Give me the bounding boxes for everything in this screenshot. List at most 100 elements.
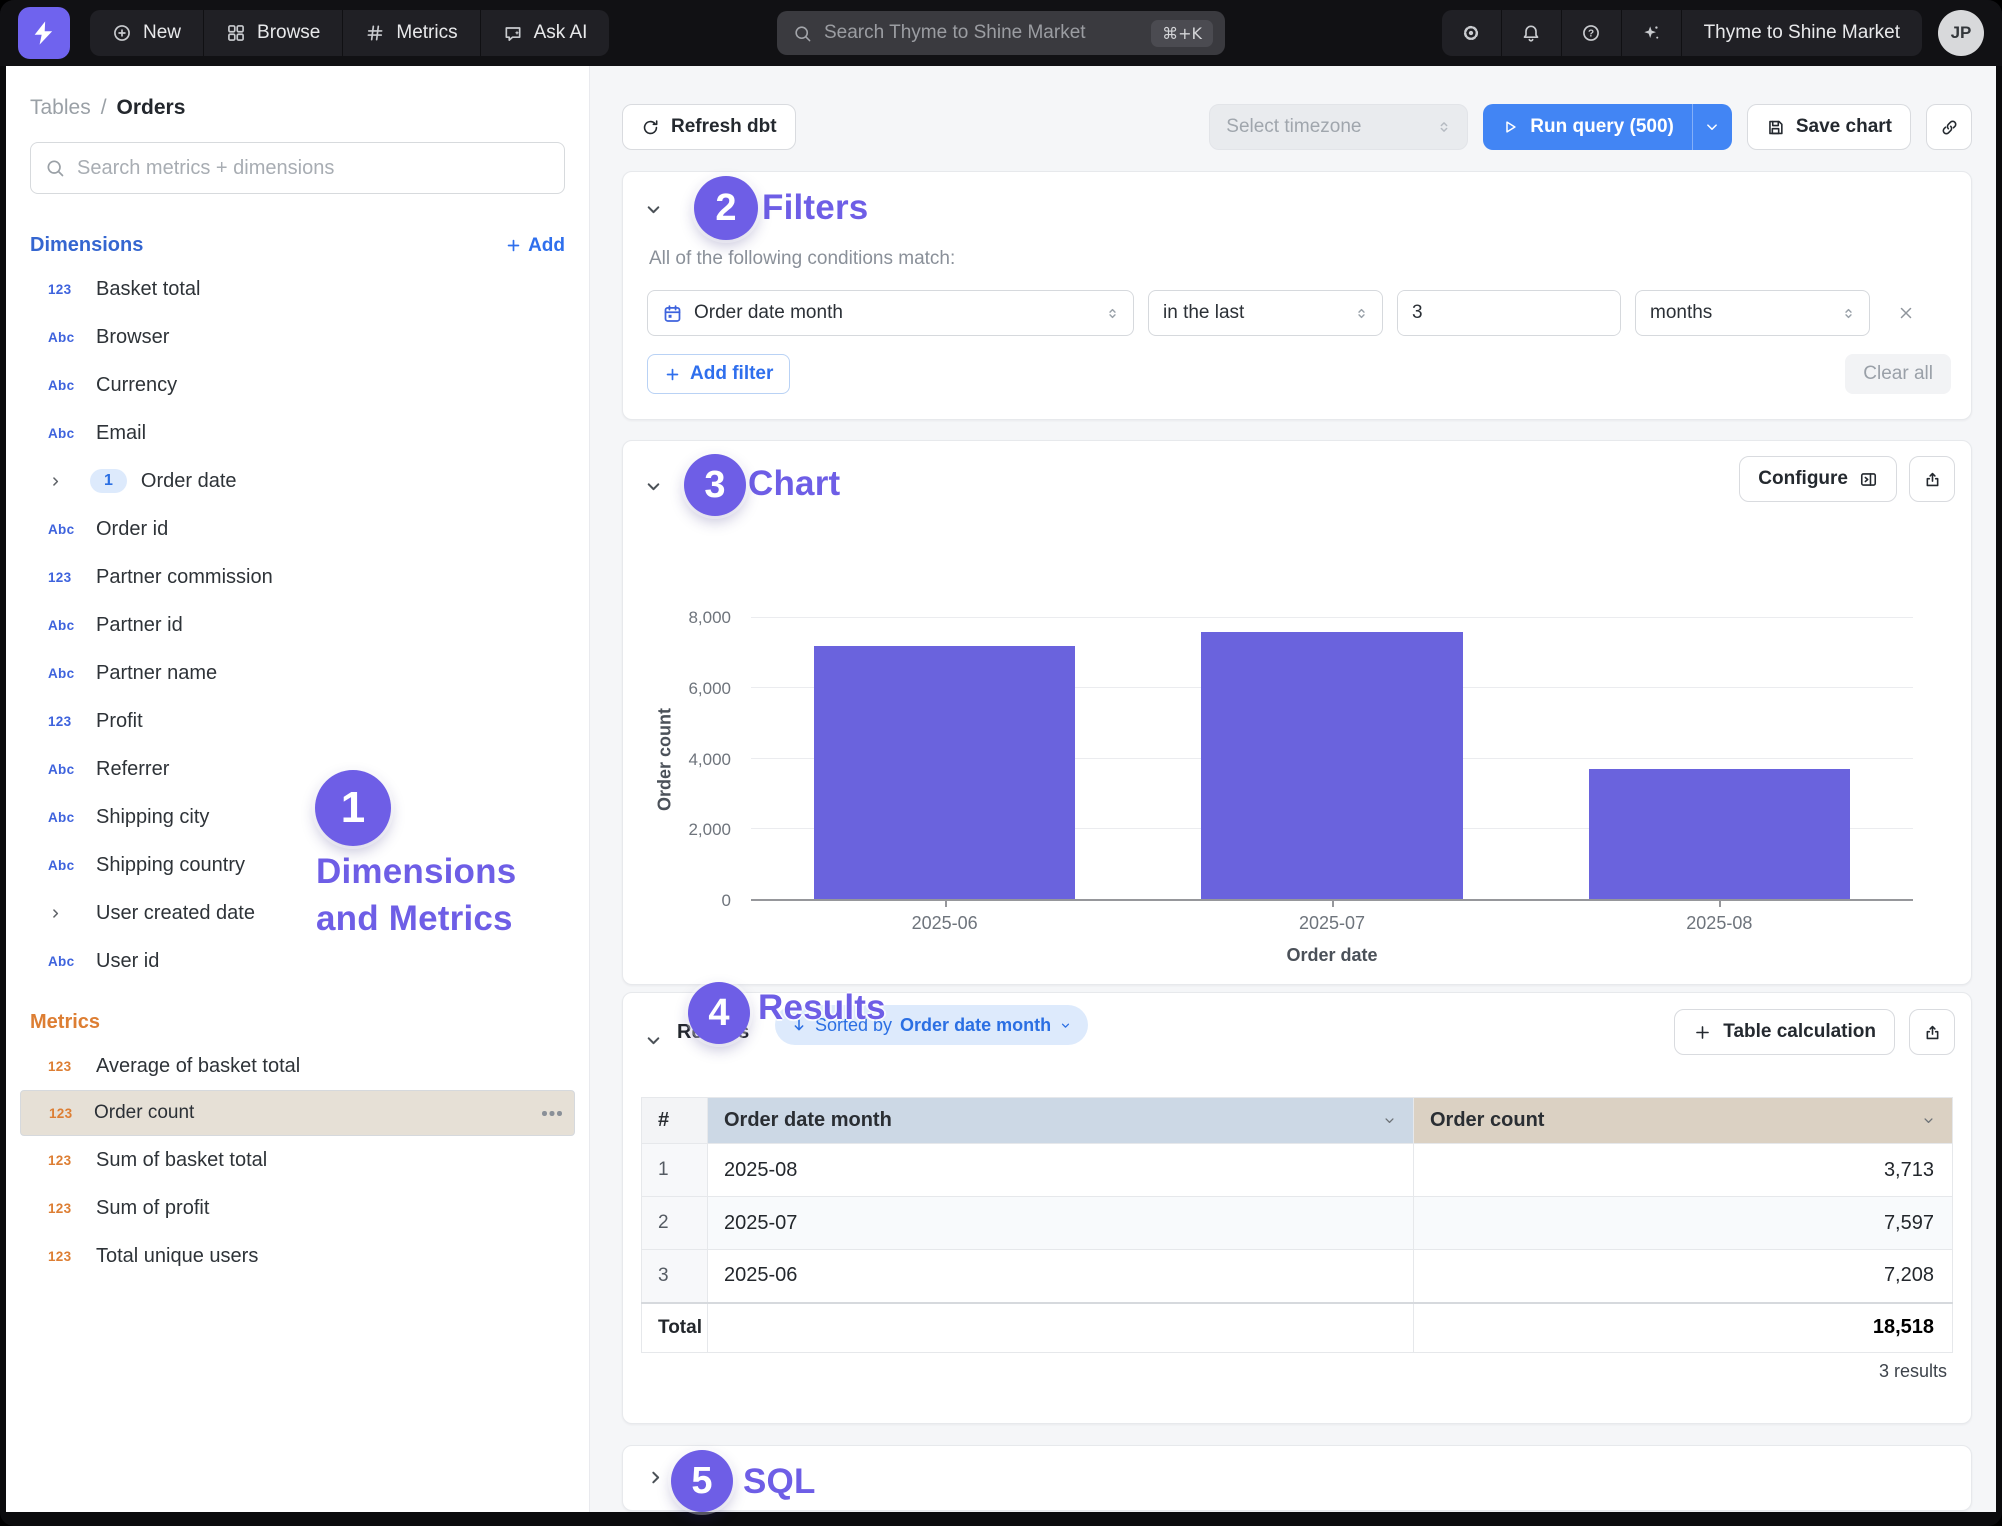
global-search[interactable]: ⌘+K (777, 11, 1225, 55)
settings-button[interactable] (1442, 10, 1502, 56)
annotation-circle-2: 2 (694, 176, 758, 240)
query-toolbar: Refresh dbt Select timezone Run query (5… (622, 104, 1972, 150)
avatar[interactable]: JP (1938, 10, 1984, 56)
metric-label: Average of basket total (96, 1055, 300, 1078)
app-logo[interactable] (18, 7, 70, 59)
number-type-icon: 123 (48, 1249, 82, 1264)
filter-operator-select[interactable]: in the last (1148, 290, 1383, 336)
sidebar-search-input[interactable] (77, 157, 550, 180)
chevron-down-icon (1703, 118, 1721, 136)
run-query-dropdown[interactable] (1692, 104, 1732, 150)
add-filter-button[interactable]: Add filter (647, 354, 790, 394)
number-type-icon: 123 (48, 1059, 82, 1074)
dimension-label: User created date (96, 902, 255, 925)
sidebar-item-basket-total[interactable]: 123Basket total (6, 265, 589, 313)
string-type-icon: Abc (48, 666, 82, 681)
export-chart-button[interactable] (1909, 456, 1955, 502)
breadcrumb: Tables / Orders (6, 96, 589, 120)
new-button[interactable]: New (90, 10, 204, 56)
chevron-right-icon[interactable] (48, 474, 82, 489)
breadcrumb-current: Orders (117, 96, 186, 120)
sidebar-item-total-unique-users[interactable]: 123Total unique users (6, 1232, 589, 1280)
filter-field-select[interactable]: Order date month (647, 290, 1134, 336)
add-dimension-button[interactable]: Add (505, 235, 565, 257)
clear-all-button[interactable]: Clear all (1845, 354, 1951, 394)
ask-ai-button[interactable]: Ask AI (481, 10, 610, 56)
chevron-down-icon[interactable] (1382, 1113, 1397, 1128)
run-query-button[interactable]: Run query (500) (1483, 104, 1732, 150)
remove-filter-button[interactable] (1884, 290, 1928, 336)
bar-chart-plot (751, 618, 1913, 901)
breadcrumb-tables[interactable]: Tables (30, 96, 91, 120)
sidebar-item-browser[interactable]: AbcBrowser (6, 313, 589, 361)
results-section: Results Sorted by Order date month Table… (622, 992, 1972, 1424)
collapse-filters-chevron[interactable] (643, 199, 664, 225)
sidebar-item-referrer[interactable]: AbcReferrer (6, 745, 589, 793)
y-axis-ticks: 0 2,000 4,000 6,000 8,000 (675, 618, 741, 901)
browse-button[interactable]: Browse (204, 10, 343, 56)
cell-order-count: 7,208 (1414, 1250, 1953, 1303)
save-chart-button[interactable]: Save chart (1747, 104, 1911, 150)
org-menu[interactable]: Thyme to Shine Market (1682, 10, 1922, 56)
timezone-select[interactable]: Select timezone (1209, 104, 1468, 150)
global-search-input[interactable] (824, 22, 1139, 44)
sidebar-item-partner-name[interactable]: Abc Partner name (6, 649, 589, 697)
hash-icon (365, 23, 385, 43)
y-tick: 4,000 (688, 750, 731, 770)
sidebar-item-sum-of-profit[interactable]: 123Sum of profit (6, 1184, 589, 1232)
export-results-button[interactable] (1909, 1009, 1955, 1055)
x-axis-ticks: 2025-06 2025-07 2025-08 (751, 913, 1913, 934)
sidebar-item-currency[interactable]: AbcCurrency (6, 361, 589, 409)
table-calculation-button[interactable]: Table calculation (1674, 1009, 1895, 1055)
notifications-button[interactable] (1502, 10, 1562, 56)
chart-bar-2025-06 (814, 646, 1075, 899)
filter-value-input[interactable] (1397, 290, 1621, 336)
top-navbar: New Browse Metrics Ask AI ⌘+K Thyme to S… (0, 0, 2002, 66)
sidebar-item-email[interactable]: AbcEmail (6, 409, 589, 457)
string-type-icon: Abc (48, 810, 82, 825)
sorted-by-field: Order date month (900, 1015, 1051, 1036)
dimension-label: Partner name (96, 662, 217, 685)
metrics-button[interactable]: Metrics (343, 10, 480, 56)
collapse-chart-chevron[interactable] (643, 476, 664, 502)
refresh-dbt-button[interactable]: Refresh dbt (622, 104, 796, 150)
column-header-order-date-month[interactable]: Order date month (708, 1098, 1414, 1144)
annotation-label-1: Dimensions and Metrics (316, 848, 531, 942)
sidebar-item-order-id[interactable]: AbcOrder id (6, 505, 589, 553)
plus-circle-icon (112, 23, 132, 43)
collapse-results-chevron[interactable] (643, 1030, 664, 1056)
annotation-circle-4: 4 (688, 982, 750, 1044)
ai-sparkles-button[interactable] (1622, 10, 1682, 56)
column-header-order-count[interactable]: Order count (1414, 1098, 1953, 1144)
sidebar-item-average-of-basket-total[interactable]: 123 Average of basket total (6, 1042, 589, 1090)
chevron-down-icon[interactable] (1921, 1113, 1936, 1128)
annotation-circle-5: 5 (671, 1450, 733, 1512)
chart-bar-slot (1138, 618, 1525, 899)
help-button[interactable] (1562, 10, 1622, 56)
sidebar-item-order-count[interactable]: 123Order count (20, 1090, 575, 1136)
expand-sql-chevron[interactable] (645, 1467, 666, 1493)
chat-ai-icon (503, 23, 523, 43)
chevron-right-icon[interactable] (48, 906, 82, 921)
annotation-circle-1: 1 (315, 770, 391, 846)
filter-unit-select[interactable]: months (1635, 290, 1870, 336)
sidebar-item-partner-id[interactable]: AbcPartner id (6, 601, 589, 649)
chart-bar-2025-08 (1589, 769, 1850, 899)
sidebar-item-order-date[interactable]: 1Order date (6, 457, 589, 505)
sidebar-item-sum-of-basket-total[interactable]: 123Sum of basket total (6, 1136, 589, 1184)
more-options-icon[interactable] (542, 1110, 562, 1116)
filter-value-field[interactable] (1398, 291, 1621, 335)
share-link-button[interactable] (1926, 104, 1972, 150)
sidebar-search[interactable] (30, 142, 565, 194)
configure-button[interactable]: Configure (1739, 456, 1897, 502)
number-type-icon: 123 (48, 282, 82, 297)
string-type-icon: Abc (48, 618, 82, 633)
sidebar-item-user-id[interactable]: AbcUser id (6, 937, 589, 985)
sidebar-item-shipping-city[interactable]: AbcShipping city (6, 793, 589, 841)
sidebar-item-partner-commission[interactable]: 123Partner commission (6, 553, 589, 601)
chevron-down-icon (1059, 1019, 1072, 1032)
sidebar-item-profit[interactable]: 123Profit (6, 697, 589, 745)
metrics-label: Metrics (396, 22, 457, 44)
dimension-label: Email (96, 422, 146, 445)
timezone-placeholder: Select timezone (1226, 116, 1361, 138)
